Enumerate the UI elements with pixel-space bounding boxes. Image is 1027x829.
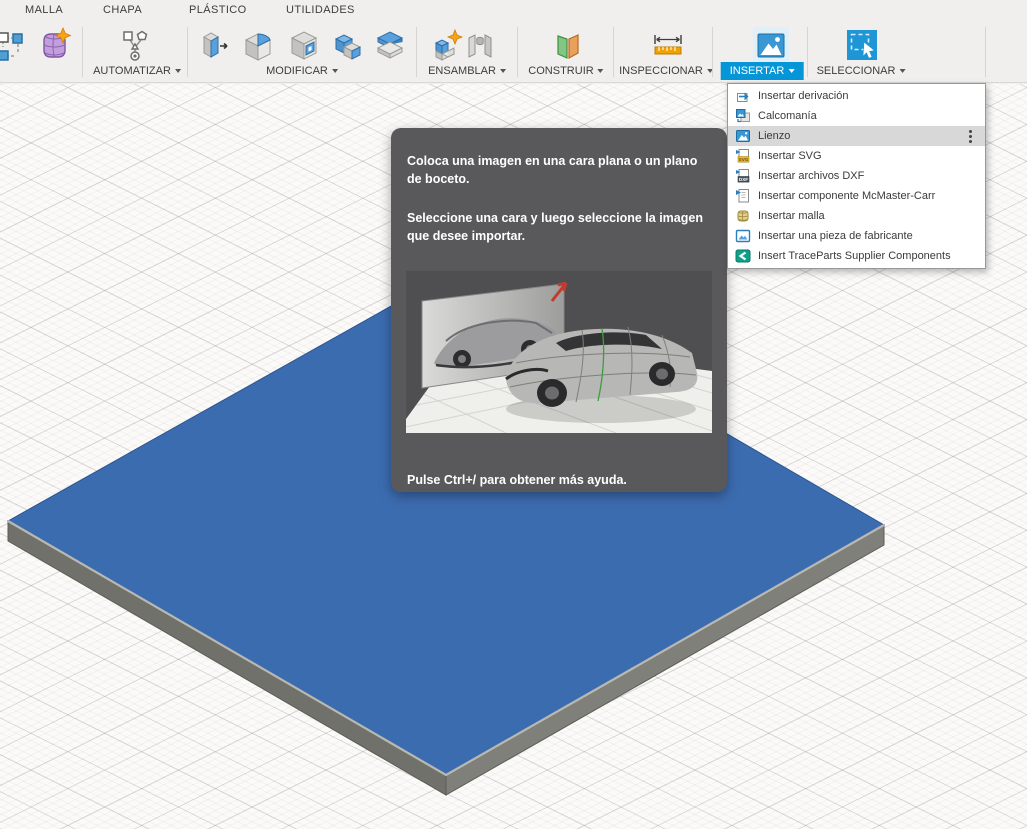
construir-menu-button[interactable]: CONSTRUIR xyxy=(528,65,604,77)
modificar-label: MODIFICAR xyxy=(266,65,328,77)
insert-mesh-icon xyxy=(737,210,749,222)
menu-item-insertar-pieza-fabricante[interactable]: Insertar una pieza de fabricante xyxy=(728,226,985,246)
menu-item-label: Insertar archivos DXF xyxy=(758,170,865,182)
ensamblar-menu-button[interactable]: ENSAMBLAR xyxy=(428,65,506,77)
modificar-menu-button[interactable]: MODIFICAR xyxy=(266,65,338,77)
menu-item-insertar-dxf[interactable]: DXF Insertar archivos DXF xyxy=(728,166,985,186)
automate-script-icon[interactable] xyxy=(117,27,153,63)
dropdown-caret-icon xyxy=(899,69,906,73)
dropdown-caret-icon xyxy=(597,69,604,73)
construction-plane-icon[interactable] xyxy=(550,27,586,63)
automatizar-menu-button[interactable]: AUTOMATIZAR xyxy=(93,65,181,77)
toolbar-divider xyxy=(985,27,986,77)
menu-item-label: Calcomanía xyxy=(758,110,817,122)
combine-icon[interactable] xyxy=(330,27,366,63)
main-toolbar: AUTOMATIZAR MODIFICAR ENSAMBLAR CONSTRUI… xyxy=(0,24,1027,83)
ensamblar-label: ENSAMBLAR xyxy=(428,65,496,77)
edit-form-icon[interactable] xyxy=(0,27,28,63)
mcmaster-icon xyxy=(736,189,749,203)
inspeccionar-menu-button[interactable]: INSPECCIONAR xyxy=(619,65,713,77)
canvas-feature-preview-image xyxy=(406,271,712,433)
insert-dxf-icon: DXF xyxy=(736,169,750,183)
svg-text:SVG: SVG xyxy=(739,157,749,162)
seleccionar-menu-button[interactable]: SELECCIONAR xyxy=(817,65,906,77)
menu-item-insertar-malla[interactable]: Insertar malla xyxy=(728,206,985,226)
tab-chapa[interactable]: CHAPA xyxy=(103,4,142,16)
measure-icon[interactable] xyxy=(650,27,686,63)
menu-item-label: Insertar SVG xyxy=(758,150,822,162)
menu-item-lienzo[interactable]: Lienzo xyxy=(728,126,985,146)
fillet-icon[interactable] xyxy=(240,27,276,63)
toolbar-divider xyxy=(613,27,614,77)
tooltip-description-1: Coloca una imagen en una cara plana o un… xyxy=(407,154,698,187)
select-icon[interactable] xyxy=(844,27,880,63)
canvas-tooltip: Coloca una imagen en una cara plana o un… xyxy=(391,128,727,492)
tab-plastico[interactable]: PLÁSTICO xyxy=(189,4,247,16)
insert-derive-icon xyxy=(737,92,749,102)
dropdown-caret-icon xyxy=(499,69,506,73)
dropdown-caret-icon xyxy=(331,69,338,73)
menu-item-insert-traceparts[interactable]: Insert TraceParts Supplier Components xyxy=(728,246,985,266)
toolbar-divider xyxy=(517,27,518,77)
tooltip-description-2: Seleccione una cara y luego seleccione l… xyxy=(407,211,703,244)
menu-item-calcomania[interactable]: Calcomanía xyxy=(728,106,985,126)
tab-malla[interactable]: MALLA xyxy=(25,4,63,16)
press-pull-icon[interactable] xyxy=(196,27,232,63)
toolbar-divider xyxy=(807,27,808,77)
more-options-icon[interactable] xyxy=(969,134,972,138)
toolbar-divider xyxy=(187,27,188,77)
new-component-icon[interactable] xyxy=(428,27,464,63)
toolbar-divider xyxy=(712,27,713,77)
insertar-dropdown-menu: Insertar derivación Calcomanía Lienzo SV… xyxy=(727,83,986,269)
menu-item-label: Lienzo xyxy=(758,130,791,142)
tooltip-help-text: Pulse Ctrl+/ para obtener más ayuda. xyxy=(407,473,627,487)
shell-icon[interactable] xyxy=(286,27,322,63)
menu-item-insertar-svg[interactable]: SVG Insertar SVG xyxy=(728,146,985,166)
menu-item-insertar-derivacion[interactable]: Insertar derivación xyxy=(728,86,985,106)
menu-item-label: Insert TraceParts Supplier Components xyxy=(758,250,951,262)
dropdown-caret-icon xyxy=(788,69,795,73)
menu-item-insertar-mcmaster[interactable]: Insertar componente McMaster-Carr xyxy=(728,186,985,206)
split-body-icon[interactable] xyxy=(372,27,408,63)
toolbar-tab-bar: MALLA CHAPA PLÁSTICO UTILIDADES xyxy=(0,0,1027,24)
dropdown-caret-icon xyxy=(174,69,181,73)
seleccionar-label: SELECCIONAR xyxy=(816,65,896,77)
fusion360-window: MALLA CHAPA PLÁSTICO UTILIDADES AUTOMATI… xyxy=(0,0,1027,829)
insert-svg-icon: SVG xyxy=(736,149,750,163)
inspeccionar-label: INSPECCIONAR xyxy=(619,65,703,77)
automatizar-label: AUTOMATIZAR xyxy=(93,65,171,77)
decal-icon xyxy=(736,109,750,123)
traceparts-icon xyxy=(735,249,751,263)
menu-item-label: Insertar componente McMaster-Carr xyxy=(758,190,936,202)
toolbar-divider xyxy=(416,27,417,77)
menu-item-label: Insertar derivación xyxy=(758,90,849,102)
joint-icon[interactable] xyxy=(462,27,498,63)
svg-text:DXF: DXF xyxy=(739,177,748,182)
canvas-icon[interactable] xyxy=(753,27,789,63)
manufacturer-part-icon xyxy=(735,229,751,243)
canvas-icon xyxy=(736,130,750,142)
toolbar-divider xyxy=(82,27,83,77)
insertar-menu-button[interactable]: INSERTAR xyxy=(720,62,804,80)
create-mesh-icon[interactable] xyxy=(36,27,72,63)
menu-item-label: Insertar malla xyxy=(758,210,825,222)
insertar-label: INSERTAR xyxy=(729,65,785,77)
tab-utilidades[interactable]: UTILIDADES xyxy=(286,4,355,16)
construir-label: CONSTRUIR xyxy=(528,65,594,77)
menu-item-label: Insertar una pieza de fabricante xyxy=(758,230,913,242)
